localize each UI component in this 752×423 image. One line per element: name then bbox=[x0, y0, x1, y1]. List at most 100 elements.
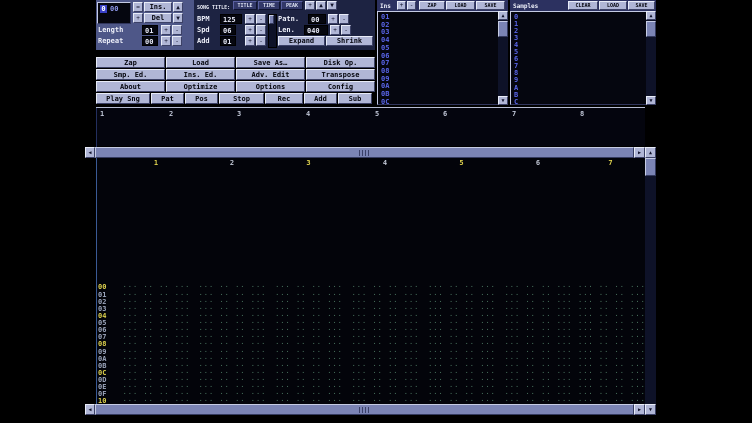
scope-channel-label[interactable]: 7 bbox=[512, 110, 516, 118]
pattern-cell[interactable]: ··· ·· ·· ··· bbox=[425, 340, 499, 348]
instrument-minus-button[interactable]: - bbox=[407, 1, 416, 10]
pattern-cell[interactable]: ··· ·· ·· ··· bbox=[502, 397, 575, 404]
vscrollbar-track[interactable] bbox=[645, 158, 656, 404]
sample-list[interactable]: 0123456789ABC bbox=[510, 11, 656, 105]
pattern-channel-header[interactable]: 1 bbox=[118, 159, 194, 167]
scroll-right-icon[interactable]: ▶ bbox=[634, 147, 645, 158]
pattern-cell[interactable]: ··· ·· ·· ··· bbox=[349, 397, 422, 404]
menu-button-optimize[interactable]: Optimize bbox=[166, 81, 235, 92]
order-down-arrow-icon[interactable]: ▼ bbox=[173, 13, 183, 23]
pattern-cell[interactable]: ··· ·· ·· ··· bbox=[120, 397, 193, 404]
expand-button[interactable]: Expand bbox=[278, 36, 325, 46]
instrument-scrollbar-thumb[interactable] bbox=[498, 21, 508, 37]
hscrollbar-top-thumb[interactable] bbox=[95, 147, 634, 158]
order-up-arrow-icon[interactable]: ▲ bbox=[173, 2, 183, 12]
menu-button-zap[interactable]: Zap bbox=[96, 57, 165, 68]
add-plus-button[interactable]: + bbox=[245, 36, 255, 46]
menu-button-config[interactable]: Config bbox=[306, 81, 375, 92]
length-minus-button[interactable]: - bbox=[172, 25, 182, 35]
menu-button-options[interactable]: Options bbox=[236, 81, 305, 92]
instrument-load-button[interactable]: Load bbox=[446, 1, 475, 10]
instrument-list-item[interactable]: 01 bbox=[381, 14, 389, 21]
pattern-cell[interactable]: ··· ·· ·· ··· bbox=[196, 283, 269, 291]
order-list[interactable]: 0 00 bbox=[97, 2, 131, 24]
pattern-cell[interactable]: ··· ·· ·· ··· bbox=[425, 283, 499, 291]
insert-position-button[interactable]: Ins. bbox=[144, 2, 172, 12]
pattern-cell[interactable]: ··· ·· ·· ··· bbox=[578, 397, 644, 404]
instrument-scroll-down-icon[interactable]: ▼ bbox=[498, 96, 508, 105]
add-minus-button[interactable]: - bbox=[256, 36, 266, 46]
menu-button-about[interactable]: About bbox=[96, 81, 165, 92]
pattern-length-minus-button[interactable]: - bbox=[341, 25, 351, 35]
scope-channel-label[interactable]: 5 bbox=[375, 110, 379, 118]
menu-button-adv-edit[interactable]: Adv. Edit bbox=[236, 69, 305, 80]
tab-time[interactable]: TIME bbox=[258, 1, 280, 10]
shrink-button[interactable]: Shrink bbox=[326, 36, 373, 46]
length-plus-button[interactable]: + bbox=[161, 25, 171, 35]
instrument-list-item[interactable]: 0C bbox=[381, 99, 389, 106]
menu-button-pat[interactable]: Pat bbox=[151, 93, 184, 104]
pattern-channel-header[interactable]: 4 bbox=[347, 159, 423, 167]
menu-button-sub[interactable]: Sub bbox=[338, 93, 372, 104]
title-up-arrow-icon[interactable]: ▲ bbox=[316, 1, 326, 10]
menu-button-add[interactable]: Add bbox=[304, 93, 337, 104]
sample-clear-button[interactable]: Clear bbox=[568, 1, 598, 10]
scope-channel-label[interactable]: 1 bbox=[100, 110, 104, 118]
scope-channel-label[interactable]: 3 bbox=[237, 110, 241, 118]
mini-scrollbar-thumb[interactable] bbox=[269, 15, 274, 24]
instrument-save-button[interactable]: Save bbox=[476, 1, 505, 10]
pattern-cell[interactable]: ··· ·· ·· ··· bbox=[349, 283, 422, 291]
instrument-list-item[interactable]: 05 bbox=[381, 45, 389, 52]
pattern-editor[interactable]: 123456700··· ·· ·· ······ ·· ·· ······ ·… bbox=[96, 158, 645, 404]
equals-button[interactable]: = bbox=[133, 2, 143, 12]
repeat-plus-button[interactable]: + bbox=[161, 36, 171, 46]
pattern-channel-header[interactable]: 7 bbox=[576, 159, 645, 167]
mini-scrollbar[interactable] bbox=[268, 14, 277, 48]
pattern-cell[interactable]: ··· ·· ·· ··· bbox=[196, 397, 269, 404]
pattern-cell[interactable]: ··· ·· ·· ··· bbox=[425, 397, 499, 404]
scope-channel-label[interactable]: 2 bbox=[169, 110, 173, 118]
instrument-zap-button[interactable]: Zap bbox=[419, 1, 445, 10]
order-plus-button[interactable]: + bbox=[133, 13, 143, 23]
pattern-cell[interactable]: ··· ·· ·· ··· bbox=[502, 340, 575, 348]
pattern-channel-header[interactable]: 6 bbox=[500, 159, 576, 167]
menu-button-save-as-[interactable]: Save As… bbox=[236, 57, 305, 68]
pattern-cell[interactable]: ··· ·· ·· ··· bbox=[502, 283, 575, 291]
pattern-cell[interactable]: ··· ·· ·· ··· bbox=[272, 340, 346, 348]
pattern-cell[interactable]: ··· ·· ·· ··· bbox=[272, 397, 346, 404]
instrument-list[interactable]: 0102030405060708090A0B0C bbox=[377, 11, 508, 105]
menu-button-ins-ed-[interactable]: Ins. Ed. bbox=[166, 69, 235, 80]
sample-load-button[interactable]: Load bbox=[599, 1, 627, 10]
pattern-cell[interactable]: ··· ·· ·· ··· bbox=[196, 340, 269, 348]
scroll-up-icon[interactable]: ▲ bbox=[645, 147, 656, 158]
pattern-cell[interactable]: ··· ·· ·· ··· bbox=[120, 283, 193, 291]
spd-plus-button[interactable]: + bbox=[245, 25, 255, 35]
pattern-length-plus-button[interactable]: + bbox=[330, 25, 340, 35]
scroll-right-icon[interactable]: ▶ bbox=[634, 404, 645, 415]
scope-channel-label[interactable]: 8 bbox=[580, 110, 584, 118]
hscrollbar-bottom-thumb[interactable] bbox=[95, 404, 634, 415]
menu-button-load[interactable]: Load bbox=[166, 57, 235, 68]
instrument-scroll-up-icon[interactable]: ▲ bbox=[498, 11, 508, 20]
sample-list-item[interactable]: C bbox=[514, 99, 518, 106]
scope-channel-label[interactable]: 6 bbox=[443, 110, 447, 118]
menu-button-rec[interactable]: Rec bbox=[265, 93, 303, 104]
instrument-plus-button[interactable]: + bbox=[397, 1, 406, 10]
tab-title[interactable]: TITLE bbox=[233, 1, 257, 10]
instrument-list-item[interactable]: 08 bbox=[381, 68, 389, 75]
vscrollbar-thumb[interactable] bbox=[645, 158, 656, 176]
pattern-channel-header[interactable]: 2 bbox=[194, 159, 270, 167]
sample-scroll-down-icon[interactable]: ▼ bbox=[646, 96, 656, 105]
pattern-cell[interactable]: ··· ·· ·· ··· bbox=[578, 340, 644, 348]
tab-peak[interactable]: PEAK bbox=[281, 1, 303, 10]
menu-button-pos[interactable]: Pos bbox=[185, 93, 218, 104]
pattern-plus-button[interactable]: + bbox=[328, 14, 338, 24]
pattern-minus-button[interactable]: - bbox=[339, 14, 349, 24]
pattern-cell[interactable]: ··· ·· ·· ··· bbox=[578, 283, 644, 291]
repeat-minus-button[interactable]: - bbox=[172, 36, 182, 46]
pattern-cell[interactable]: ··· ·· ·· ··· bbox=[349, 340, 422, 348]
sample-scroll-up-icon[interactable]: ▲ bbox=[646, 11, 656, 20]
pattern-cell[interactable]: ··· ·· ·· ··· bbox=[272, 283, 346, 291]
spd-minus-button[interactable]: - bbox=[256, 25, 266, 35]
bpm-minus-button[interactable]: - bbox=[256, 14, 266, 24]
